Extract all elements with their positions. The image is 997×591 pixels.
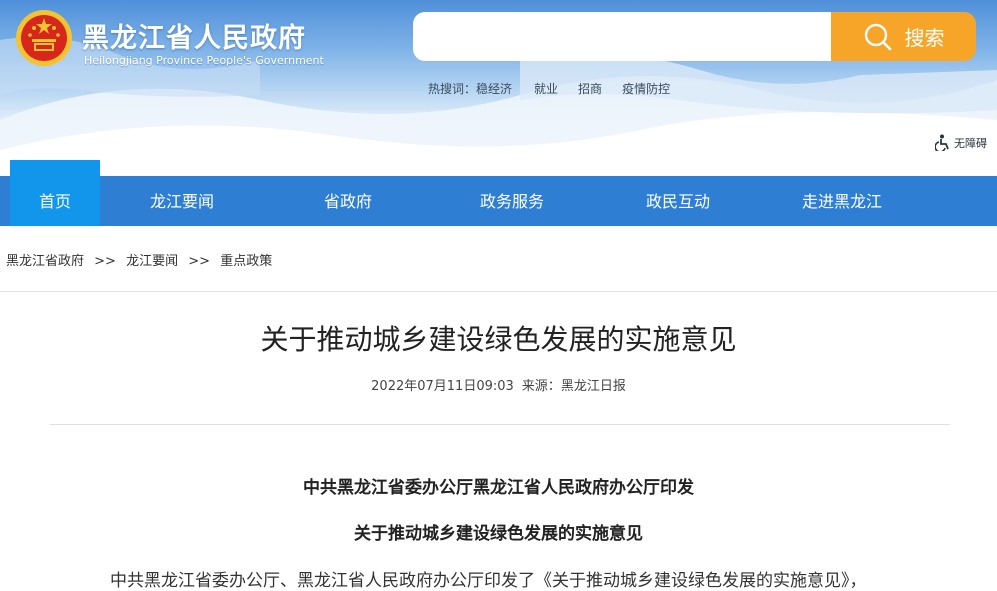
nav-item-label: 政民互动 — [645, 192, 710, 211]
article-paragraph: 中共黑龙江省委办公厅、黑龙江省人民政府办公厅印发了《关于推动城乡建设绿色发展的实… — [110, 571, 867, 591]
nav-item-about-heilongjiang[interactable]: 走进黑龙江 — [784, 176, 900, 226]
divider — [50, 424, 950, 425]
site-subtitle: Heilongjiang Province People's Governmen… — [84, 54, 324, 67]
accessibility-label: 无障碍 — [954, 136, 987, 150]
nav-item-gov-services[interactable]: 政务服务 — [460, 176, 564, 226]
article-issuer: 中共黑龙江省委办公厅黑龙江省人民政府办公厅印发 — [303, 478, 694, 498]
article-source-label: 来源： — [521, 379, 561, 394]
hot-search-label: 热搜词： — [428, 82, 477, 96]
search-input[interactable] — [413, 12, 831, 61]
hot-search-term[interactable]: 就业 — [534, 80, 558, 97]
national-emblem-logo — [16, 10, 72, 66]
nav-item-home[interactable]: 首页 — [10, 160, 100, 226]
nav-item-provincial-gov[interactable]: 省政府 — [296, 176, 400, 226]
nav-item-label: 省政府 — [323, 192, 372, 211]
nav-item-label: 龙江要闻 — [149, 192, 214, 211]
breadcrumb: 黑龙江省政府 >> 龙江要闻 >> 重点政策 — [6, 250, 272, 269]
nav-item-label: 走进黑龙江 — [801, 192, 882, 211]
breadcrumb-item[interactable]: 重点政策 — [220, 254, 272, 269]
nav-item-label: 首页 — [38, 192, 71, 211]
breadcrumb-separator: >> — [94, 254, 116, 269]
nav-item-label: 政务服务 — [479, 192, 544, 211]
breadcrumb-separator: >> — [188, 254, 211, 269]
search-button-label: 搜索 — [904, 26, 945, 50]
hot-search-term[interactable]: 稳经济 — [476, 80, 512, 97]
nav-item-longjiang-news[interactable]: 龙江要闻 — [130, 176, 234, 226]
hot-search-term[interactable]: 招商 — [578, 80, 602, 97]
article-title: 关于推动城乡建设绿色发展的实施意见 — [260, 323, 737, 356]
article-source: 黑龙江日报 — [560, 379, 626, 394]
search-button[interactable]: 搜索 — [831, 12, 976, 61]
nav-item-public-interaction[interactable]: 政民互动 — [626, 176, 730, 226]
search-icon — [864, 23, 891, 50]
breadcrumb-item[interactable]: 黑龙江省政府 — [6, 254, 84, 269]
hot-search-bar: 热搜词： 稳经济 就业 招商 疫情防控 — [428, 80, 670, 97]
accessibility-link[interactable]: 无障碍 — [935, 134, 987, 151]
divider — [0, 291, 997, 292]
article-date: 2022年07月11日09:03 — [371, 379, 514, 394]
site-header: 黑龙江省人民政府 Heilongjiang Province People's … — [0, 0, 997, 176]
article-meta: 2022年07月11日09:03 来源：黑龙江日报 — [0, 375, 997, 394]
main-nav: 首页 龙江要闻 省政府 政务服务 政民互动 走进黑龙江 — [0, 160, 997, 226]
hot-search-term[interactable]: 疫情防控 — [622, 80, 670, 97]
site-title: 黑龙江省人民政府 — [82, 23, 306, 54]
article-doc-title: 关于推动城乡建设绿色发展的实施意见 — [354, 524, 643, 544]
wheelchair-icon — [935, 134, 949, 151]
breadcrumb-item[interactable]: 龙江要闻 — [126, 254, 178, 269]
